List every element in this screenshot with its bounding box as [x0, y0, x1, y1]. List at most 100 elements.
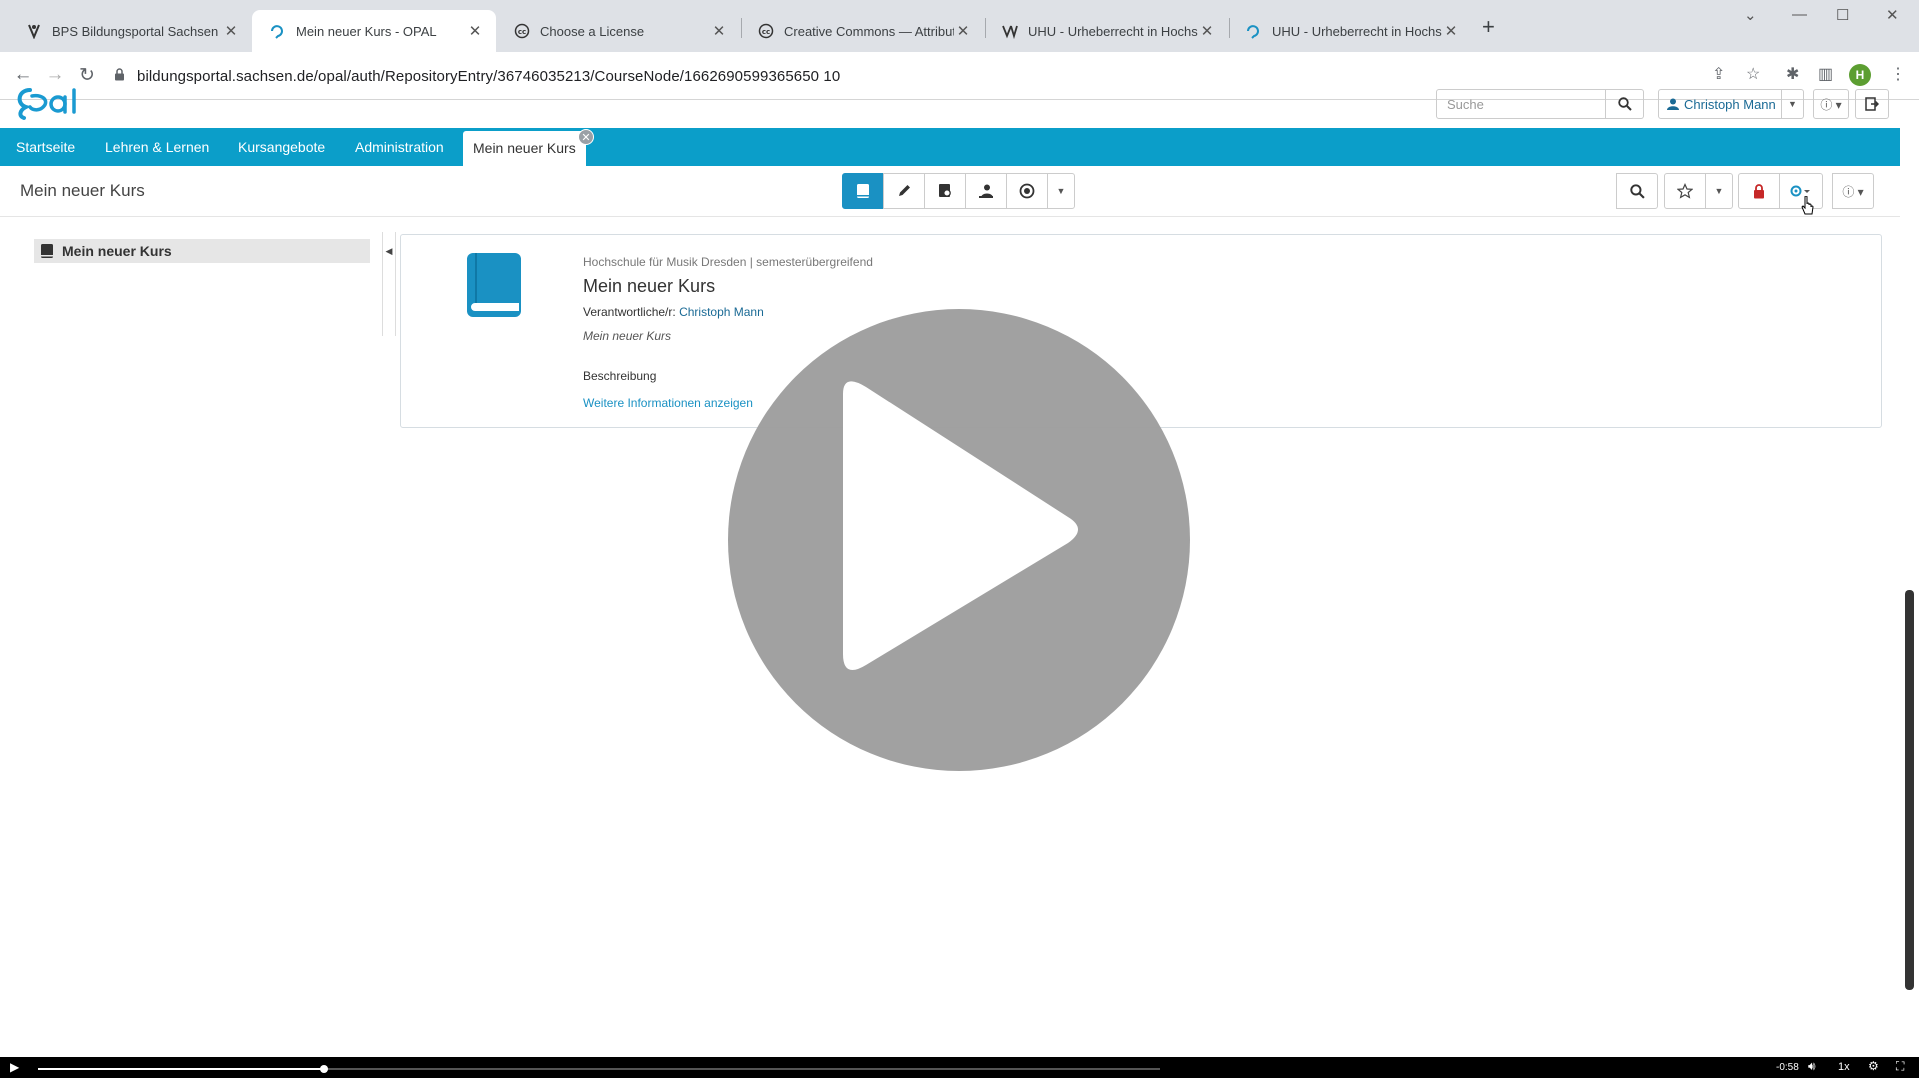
video-settings-icon[interactable]: ⚙: [1868, 1059, 1879, 1073]
padlock-icon: [1754, 183, 1764, 198]
course-book-icon: [465, 251, 525, 324]
check-circle-icon: [1019, 183, 1035, 199]
close-tab-icon[interactable]: ✕: [578, 129, 594, 145]
course-view-toolbar: ▼: [842, 173, 1075, 209]
browser-tab-choose-license[interactable]: cc Choose a License ✕: [496, 10, 740, 52]
extensions-icon[interactable]: ✱: [1786, 64, 1799, 84]
user-menu-button[interactable]: Christoph Mann: [1658, 89, 1782, 119]
playback-speed[interactable]: 1x: [1838, 1061, 1850, 1073]
video-progress-fill: [38, 1068, 325, 1070]
screen: BPS Bildungsportal Sachsen Gmb ✕ Mein ne…: [0, 0, 1919, 1078]
collapse-sidebar-toggle[interactable]: ◀: [382, 232, 396, 336]
user-icon: [1667, 98, 1679, 110]
favorite-button[interactable]: [1664, 173, 1706, 209]
video-play-icon[interactable]: ▶: [10, 1060, 19, 1074]
page-scrollbar[interactable]: [1900, 100, 1919, 1060]
search-input[interactable]: Suche: [1436, 89, 1606, 119]
tab-title: BPS Bildungsportal Sachsen Gmb: [52, 23, 222, 39]
tab-title: Choose a License: [540, 23, 645, 39]
main-nav: Startseite Lehren & Lernen Kursangebote …: [0, 128, 1900, 166]
video-progress-bar[interactable]: [38, 1065, 1160, 1073]
course-view-button[interactable]: [842, 173, 884, 209]
close-icon[interactable]: ✕: [1442, 22, 1460, 40]
tab-title: UHU - Urheberrecht in Hochschu: [1272, 23, 1442, 39]
nav-tab-course[interactable]: Mein neuer Kurs: [463, 131, 586, 166]
course-help-group: ⓘ ▾: [1832, 173, 1874, 209]
chevron-down-icon[interactable]: ⌄: [1744, 6, 1757, 24]
search-button[interactable]: [1606, 89, 1644, 119]
volume-icon[interactable]: 🔊︎: [1808, 1059, 1816, 1074]
page-title: Mein neuer Kurs: [20, 181, 145, 200]
maximize-icon[interactable]: ☐: [1836, 6, 1849, 24]
tab-title: Creative Commons — Attributio: [784, 23, 954, 39]
menu-dots-icon[interactable]: ⋮: [1890, 64, 1906, 84]
close-icon[interactable]: ✕: [466, 22, 484, 40]
course-title: Mein neuer Kurs: [583, 276, 716, 296]
browser-tab-uhu-1[interactable]: UHU - Urheberrecht in Hochschu ✕: [984, 10, 1228, 52]
help-icon: ⓘ ▾: [1820, 97, 1842, 112]
close-icon[interactable]: ✕: [710, 22, 728, 40]
profile-avatar[interactable]: H: [1849, 64, 1871, 86]
browser-tab-strip: BPS Bildungsportal Sachsen Gmb ✕ Mein ne…: [0, 0, 1919, 52]
book-settings-icon: [939, 184, 951, 197]
video-time: -0:58: [1776, 1062, 1799, 1073]
star-icon: [1677, 183, 1693, 199]
browser-tab-bps[interactable]: BPS Bildungsportal Sachsen Gmb ✕: [8, 10, 252, 52]
nav-item-startseite[interactable]: Startseite: [16, 128, 75, 166]
course-search-group: [1616, 173, 1658, 209]
side-panel-icon[interactable]: ▥: [1818, 64, 1833, 84]
sidebar-item-course[interactable]: Mein neuer Kurs: [34, 239, 370, 263]
share-icon[interactable]: ⇪: [1712, 64, 1725, 84]
user-menu-dropdown[interactable]: ▼: [1782, 89, 1804, 119]
help-button[interactable]: ⓘ ▾: [1813, 89, 1849, 119]
video-play-button[interactable]: [728, 309, 1190, 771]
logout-button[interactable]: [1855, 89, 1889, 119]
course-settings-button[interactable]: [924, 173, 966, 209]
help-icon: ⓘ ▾: [1842, 184, 1864, 199]
user-name: Christoph Mann: [1684, 96, 1776, 112]
close-icon[interactable]: ✕: [222, 22, 240, 40]
mouse-pointer-icon: [1801, 195, 1815, 221]
course-help-button[interactable]: ⓘ ▾: [1832, 173, 1874, 209]
search-icon: [1629, 183, 1645, 199]
nav-item-administration[interactable]: Administration: [355, 128, 444, 166]
nav-item-lehren-lernen[interactable]: Lehren & Lernen: [105, 128, 209, 166]
user-group-icon: [979, 184, 993, 198]
new-tab-button[interactable]: +: [1482, 14, 1495, 40]
sidebar-item-label: Mein neuer Kurs: [62, 243, 172, 259]
course-search-button[interactable]: [1616, 173, 1658, 209]
favorite-dropdown[interactable]: ▼: [1705, 173, 1733, 209]
close-icon[interactable]: ✕: [954, 22, 972, 40]
logout-icon: [1865, 97, 1879, 111]
browser-tab-uhu-2[interactable]: UHU - Urheberrecht in Hochschu ✕: [1228, 10, 1472, 52]
cc-icon: cc: [514, 23, 530, 39]
window-close-icon[interactable]: ✕: [1886, 6, 1899, 24]
browser-tab-opal[interactable]: Mein neuer Kurs - OPAL ✕: [252, 10, 496, 52]
minimize-icon[interactable]: —: [1792, 6, 1807, 23]
course-book-icon: [40, 243, 54, 259]
toolbar-divider: [0, 216, 1900, 217]
edit-course-button[interactable]: [883, 173, 925, 209]
svg-text:cc: cc: [518, 28, 526, 36]
video-progress-knob[interactable]: [320, 1065, 329, 1073]
bps-logo-icon: [26, 23, 42, 39]
course-meta: Hochschule für Musik Dresden | semesterü…: [583, 255, 873, 269]
fullscreen-icon[interactable]: ⛶: [1896, 1059, 1904, 1074]
assessment-button[interactable]: [1006, 173, 1048, 209]
browser-tab-creative-commons[interactable]: cc Creative Commons — Attributio ✕: [740, 10, 984, 52]
play-icon: [728, 309, 1190, 771]
opal-logo[interactable]: [10, 82, 84, 122]
search-icon: [1617, 97, 1632, 111]
more-tools-dropdown[interactable]: ▼: [1047, 173, 1075, 209]
close-icon[interactable]: ✕: [1198, 22, 1216, 40]
nav-item-kursangebote[interactable]: Kursangebote: [238, 128, 325, 166]
opal-icon: [270, 23, 286, 39]
tab-title: UHU - Urheberrecht in Hochschu: [1028, 23, 1198, 39]
bookmark-star-icon[interactable]: ☆: [1746, 64, 1760, 84]
video-controls: ▶ -0:58 🔊︎ 1x ⚙ ⛶: [0, 1057, 1919, 1078]
favorite-group: ▼: [1664, 173, 1733, 209]
members-button[interactable]: [965, 173, 1007, 209]
lock-course-button[interactable]: [1738, 173, 1780, 209]
scrollbar-thumb[interactable]: [1905, 590, 1914, 990]
description-label: Beschreibung: [583, 369, 657, 383]
